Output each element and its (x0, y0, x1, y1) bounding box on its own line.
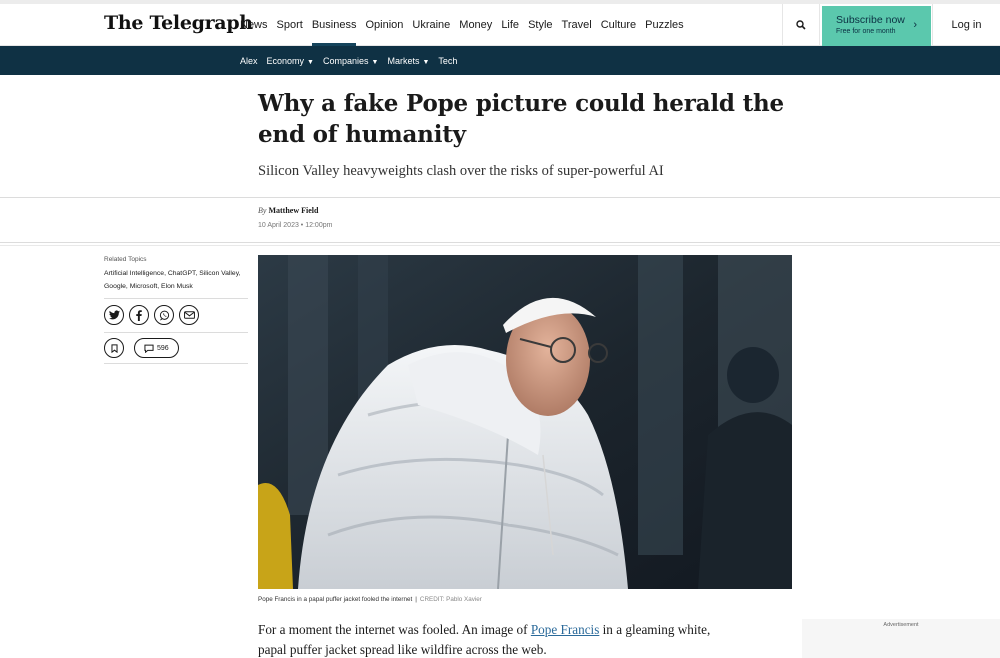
subnav-label: Economy (266, 55, 305, 66)
divider (104, 363, 248, 364)
paragraph-text: For a moment the internet was fooled. An… (258, 622, 531, 637)
nav-opinion[interactable]: Opinion (365, 4, 403, 46)
share-twitter-button[interactable] (104, 305, 124, 325)
related-topics-label: Related Topics (104, 256, 147, 263)
nav-life[interactable]: Life (501, 4, 519, 46)
share-buttons (104, 305, 204, 325)
subnav-companies[interactable]: Companies ▼ (323, 56, 378, 66)
main-nav: News Sport Business Opinion Ukraine Mone… (240, 4, 693, 46)
comments-button[interactable]: 596 (134, 338, 179, 358)
divider (0, 242, 1000, 243)
share-whatsapp-button[interactable] (154, 305, 174, 325)
bookmark-icon (110, 343, 118, 353)
nav-style[interactable]: Style (528, 4, 552, 46)
divider (104, 332, 248, 333)
advert-label: Advertisement (883, 622, 919, 628)
publish-date: 10 April 2023 • 12:00pm (258, 222, 333, 229)
author-link[interactable]: Matthew Field (268, 206, 318, 215)
chevron-down-icon: ▼ (371, 58, 379, 66)
whatsapp-icon (159, 310, 169, 320)
nav-business[interactable]: Business (311, 4, 356, 46)
share-facebook-button[interactable] (129, 305, 149, 325)
top-bar: The Telegraph News Sport Business Opinio… (0, 0, 1000, 46)
chevron-right-icon: › (913, 19, 917, 31)
subnav-label: Markets (387, 55, 420, 66)
email-icon (183, 311, 195, 319)
subnav-label: Tech (438, 55, 458, 66)
pope-francis-link[interactable]: Pope Francis (531, 622, 600, 637)
subnav-label: Alex (240, 55, 258, 66)
comment-count: 596 (157, 344, 169, 352)
search-icon (796, 20, 806, 30)
subnav-markets[interactable]: Markets ▼ (387, 56, 429, 66)
save-article-button[interactable] (104, 338, 124, 358)
image-credit: CREDIT: Pablo Xavier (419, 596, 482, 603)
subnav-label: Companies (322, 55, 369, 66)
image-caption: Pope Francis in a papal puffer jacket fo… (258, 596, 482, 603)
nav-culture[interactable]: Culture (601, 4, 636, 46)
comment-icon (144, 344, 154, 353)
twitter-icon (108, 310, 120, 320)
divider (0, 245, 1000, 246)
nav-puzzles[interactable]: Puzzles (645, 4, 684, 46)
hero-image-illustration (258, 255, 792, 589)
article-standfirst: Silicon Valley heavyweights clash over t… (258, 163, 664, 179)
subscribe-button[interactable]: Subscribe now Free for one month › (822, 6, 931, 46)
advert-slot: Advertisement (802, 619, 1000, 658)
login-button[interactable]: Log in (932, 4, 1000, 46)
divider (0, 197, 1000, 198)
share-email-button[interactable] (179, 305, 199, 325)
divider (104, 298, 248, 299)
caption-separator: | (415, 596, 417, 603)
related-topics-list[interactable]: Artificial Intelligence, ChatGPT, Silico… (104, 268, 248, 293)
nav-ukraine[interactable]: Ukraine (412, 4, 450, 46)
site-logo[interactable]: The Telegraph (104, 12, 253, 34)
article-paragraph: For a moment the internet was fooled. An… (258, 620, 728, 658)
byline-prefix: By (258, 206, 267, 215)
nav-money[interactable]: Money (459, 4, 492, 46)
nav-news[interactable]: News (240, 4, 268, 46)
byline: By Matthew Field (258, 206, 318, 215)
article-headline: Why a fake Pope picture could herald the… (258, 90, 784, 148)
search-button[interactable] (782, 4, 820, 46)
chevron-down-icon: ▼ (307, 58, 314, 66)
subnav-alex[interactable]: Alex (240, 56, 258, 66)
section-subnav: Alex Economy ▼ Companies ▼ Markets ▼ Tech (0, 46, 1000, 75)
caption-text: Pope Francis in a papal puffer jacket fo… (258, 596, 413, 603)
subnav-tech[interactable]: Tech (438, 56, 457, 66)
chevron-down-icon: ▼ (422, 58, 430, 66)
hero-image (258, 255, 792, 589)
facebook-icon (136, 309, 142, 321)
nav-sport[interactable]: Sport (277, 4, 303, 46)
article-actions: 596 (104, 338, 179, 358)
subnav-economy[interactable]: Economy ▼ (267, 56, 314, 66)
nav-travel[interactable]: Travel (562, 4, 592, 46)
